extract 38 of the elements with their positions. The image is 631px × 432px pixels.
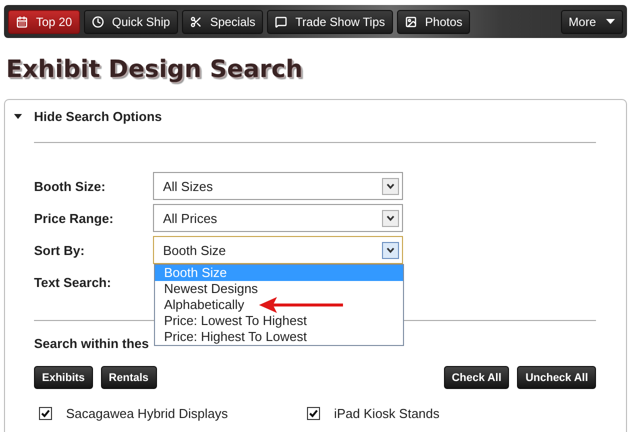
page-title: Exhibit Design Search bbox=[5, 54, 304, 84]
field-label: Text Search: bbox=[34, 274, 112, 290]
checkbox[interactable] bbox=[39, 407, 52, 420]
checkbox[interactable] bbox=[307, 407, 320, 420]
select-field[interactable]: All Sizes bbox=[153, 172, 403, 200]
filter-button[interactable]: Exhibits bbox=[34, 366, 93, 389]
caret-icon bbox=[606, 19, 615, 24]
dropdown-option[interactable]: Newest Designs bbox=[155, 281, 403, 297]
nav-tab[interactable]: Top 20 bbox=[8, 10, 80, 34]
action-button[interactable]: Uncheck All bbox=[517, 366, 596, 389]
field-label: Sort By: bbox=[34, 242, 86, 258]
select-field[interactable]: Booth Size bbox=[153, 236, 403, 264]
chat-icon bbox=[275, 16, 288, 28]
checkbox-label: iPad Kiosk Stands bbox=[334, 406, 440, 421]
checkbox-label: Sacagawea Hybrid Displays bbox=[66, 406, 228, 421]
nav-tab[interactable]: Quick Ship bbox=[84, 10, 178, 34]
field-label: Price Range: bbox=[34, 210, 114, 226]
chevron-down-icon bbox=[382, 210, 399, 226]
calendar-icon bbox=[16, 16, 28, 28]
dropdown-option[interactable]: Alphabetically bbox=[155, 297, 403, 313]
action-button[interactable]: Check All bbox=[444, 366, 510, 389]
select-field[interactable]: All Prices bbox=[153, 204, 403, 232]
chevron-down-icon bbox=[382, 242, 399, 258]
section-heading: Search within thes bbox=[34, 336, 149, 352]
filter-button[interactable]: Rentals bbox=[100, 366, 157, 389]
field-label: Booth Size: bbox=[34, 178, 106, 194]
more-button[interactable]: More bbox=[560, 10, 623, 34]
scissors-icon bbox=[190, 16, 202, 28]
dropdown-option[interactable]: Price: Lowest To Highest bbox=[155, 313, 403, 329]
nav-tab[interactable]: Specials bbox=[182, 10, 264, 34]
dropdown-option[interactable]: Price: Highest To Lowest bbox=[155, 329, 403, 345]
nav-tab[interactable]: Photos bbox=[397, 10, 470, 34]
clock-icon bbox=[92, 16, 104, 28]
nav-tab[interactable]: Trade Show Tips bbox=[267, 10, 394, 34]
toggle-options-link[interactable]: Hide Search Options bbox=[14, 108, 162, 124]
chevron-down-icon bbox=[382, 178, 399, 194]
image-icon bbox=[405, 16, 418, 28]
caret-icon bbox=[14, 114, 22, 118]
